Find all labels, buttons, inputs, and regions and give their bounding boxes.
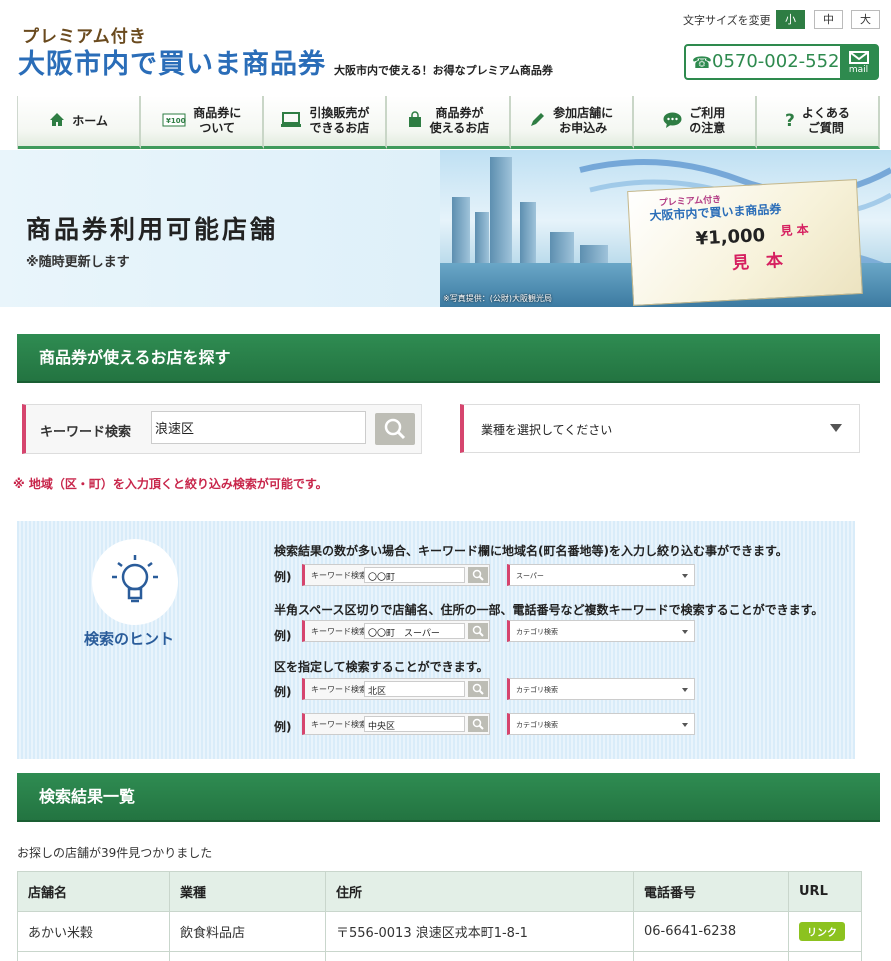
search-button[interactable] (375, 413, 415, 445)
chevron-down-icon (682, 688, 688, 692)
hint-title: 検索のヒント (84, 630, 175, 648)
nav-label: 商品券に ついて (193, 106, 242, 135)
search-icon (468, 681, 488, 697)
search-section-title: 商品券が使えるお店を探す (17, 334, 880, 383)
example-category-select: カテゴリ検索 (507, 713, 695, 735)
lightbulb-icon (92, 539, 178, 625)
example-keyword-box: キーワード検索 北区 (302, 678, 490, 700)
page-title: 商品券利用可能店舗 (26, 215, 279, 244)
phone-contact[interactable]: ☎ 0570-002-552 mail (684, 44, 879, 80)
example-category-select: スーパー (507, 564, 695, 586)
column-header-phone: 電話番号 (633, 871, 789, 912)
example-keyword-box: キーワード検索 〇〇町 (302, 564, 490, 586)
table-row (17, 951, 862, 961)
example-keyword-input: 〇〇町 (364, 567, 465, 583)
chevron-down-icon (830, 424, 842, 432)
category-select-value: 業種を選択してください (481, 423, 613, 437)
search-hint-panel: 検索のヒント 検索結果の数が多い場合、キーワード欄に地域名(町名番地等)を入力し… (17, 521, 855, 759)
search-note: ※ 地域（区・町）を入力頂くと絞り込み検索が可能です。 (13, 477, 328, 491)
example-label: 例) (274, 720, 292, 734)
site-logo[interactable]: 大阪市内で買いま商品券 (18, 42, 326, 81)
keyword-search-label: キーワード検索 (40, 425, 132, 440)
category-select[interactable]: 業種を選択してください (460, 404, 860, 453)
chevron-down-icon (682, 574, 688, 578)
search-icon (468, 567, 488, 583)
nav-item-home[interactable]: ホーム (18, 96, 142, 149)
results-count: お探しの店舗が39件見つかりました (17, 846, 213, 860)
site-subtitle: 大阪市内で使える！お得なプレミアム商品券 (334, 64, 553, 77)
results-table: 店舗名 業種 住所 電話番号 URL あかい米穀 飲食料品店 〒556-0013… (17, 871, 862, 961)
voucher-icon: ¥1000 (162, 113, 191, 130)
example-label: 例) (274, 629, 292, 643)
shop-category: 飲食料品店 (169, 911, 326, 952)
font-size-large-button[interactable]: 大 (851, 10, 880, 29)
home-icon (49, 112, 65, 130)
chevron-down-icon (682, 723, 688, 727)
example-keyword-box: キーワード検索 〇〇町 スーパー (302, 620, 490, 642)
mail-label: mail (848, 65, 869, 75)
global-nav: ホーム ¥1000 商品券について 引換販売ができるお店 商品券が使えるお店 参… (17, 96, 880, 149)
bag-icon (407, 111, 423, 131)
table-header-row: 店舗名 業種 住所 電話番号 URL (17, 871, 862, 912)
chevron-down-icon (682, 630, 688, 634)
nav-item-shop-application[interactable]: 参加店舗に お申込み (510, 96, 634, 149)
photo-credit: ※写真提供：(公財)大阪観光局 (443, 294, 552, 303)
example-label: 例) (274, 570, 292, 584)
keyword-search-input[interactable] (151, 411, 366, 444)
column-header-category: 業種 (169, 871, 326, 912)
chat-icon (663, 112, 682, 131)
example-label: 例) (274, 685, 292, 699)
shop-url-cell: リンク (788, 911, 862, 952)
example-keyword-box: キーワード検索 中央区 (302, 713, 490, 735)
hint-text-3: 区を指定して検索することができます。 (274, 660, 489, 674)
results-section-title: 検索結果一覧 (17, 773, 880, 822)
example-category-select: カテゴリ検索 (507, 620, 695, 642)
mail-button[interactable]: mail (840, 46, 877, 78)
banner-image: プレミアム付き 大阪市内で買いま商品券 ¥1,000 見 本 見 本 (440, 150, 891, 307)
shop-name: あかい米穀 (17, 911, 170, 952)
search-icon (468, 716, 488, 732)
voucher-sample: プレミアム付き 大阪市内で買いま商品券 ¥1,000 見 本 見 本 (627, 179, 863, 306)
phone-icon: ☎ (692, 53, 712, 72)
example-keyword-input: 中央区 (364, 716, 465, 732)
nav-item-about-voucher[interactable]: ¥1000 商品券について (141, 96, 265, 149)
column-header-name: 店舗名 (17, 871, 170, 912)
mail-icon (849, 51, 869, 64)
example-category-select: カテゴリ検索 (507, 678, 695, 700)
shop-link-button[interactable]: リンク (799, 922, 845, 941)
font-size-medium-button[interactable]: 中 (814, 10, 843, 29)
pencil-icon (529, 111, 546, 131)
shop-phone: 06-6641-6238 (633, 911, 789, 952)
keyword-search-box: キーワード検索 (22, 404, 422, 454)
phone-number: 0570-002-552 (712, 51, 840, 72)
font-size-small-button[interactable]: 小 (776, 10, 805, 29)
nav-label: 商品券が 使えるお店 (429, 106, 490, 135)
nav-item-usage-notes[interactable]: ご利用 の注意 (633, 96, 757, 149)
column-header-address: 住所 (325, 871, 634, 912)
column-header-url: URL (788, 871, 862, 912)
search-icon (468, 623, 488, 639)
shop-address: 〒556-0013 浪速区戎本町1-8-1 (325, 911, 634, 952)
register-icon (280, 111, 302, 131)
font-size-label: 文字サイズを変更 (683, 14, 771, 27)
question-icon: ? (784, 110, 795, 131)
nav-label: 参加店舗に お申込み (553, 106, 614, 135)
table-row: あかい米穀 飲食料品店 〒556-0013 浪速区戎本町1-8-1 06-664… (17, 911, 862, 952)
hint-text-2: 半角スペース区切りで店舗名、住所の一部、電話番号など複数キーワードで検索すること… (274, 603, 824, 617)
nav-item-usable-shops[interactable]: 商品券が 使えるお店 (387, 96, 511, 149)
svg-text:¥1000: ¥1000 (166, 117, 186, 125)
example-keyword-input: 北区 (364, 681, 465, 697)
nav-label: 引換販売が できるお店 (309, 106, 370, 135)
hint-text-1: 検索結果の数が多い場合、キーワード欄に地域名(町名番地等)を入力し絞り込む事がで… (274, 544, 788, 558)
nav-item-faq[interactable]: ? よくある ご質問 (756, 96, 880, 149)
nav-label: ご利用 の注意 (689, 106, 726, 135)
example-keyword-input: 〇〇町 スーパー (364, 623, 465, 639)
page-subtitle: ※随時更新します (26, 255, 130, 270)
nav-label: よくある ご質問 (801, 106, 850, 135)
nav-label: ホーム (72, 113, 108, 128)
nav-item-exchange-shops[interactable]: 引換販売が できるお店 (264, 96, 388, 149)
